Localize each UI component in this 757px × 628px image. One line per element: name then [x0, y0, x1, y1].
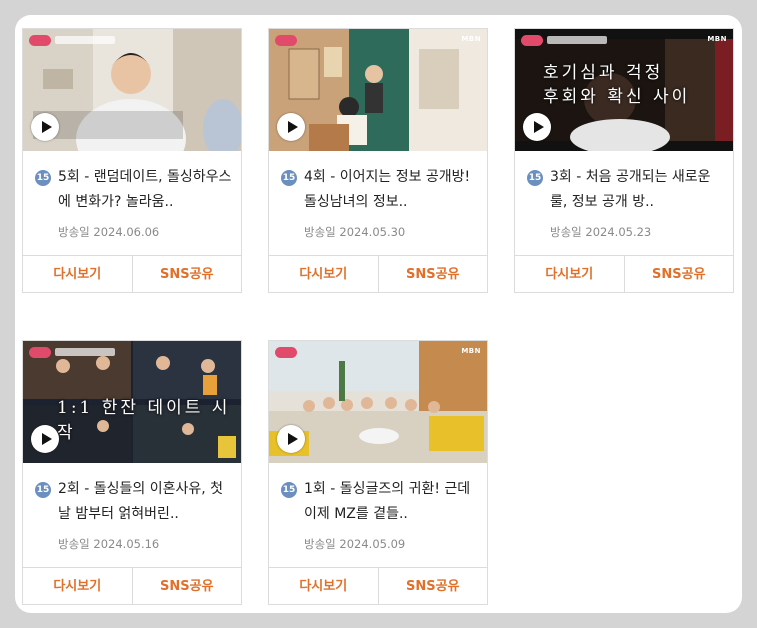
episode-actions: 다시보기 SNS공유 — [269, 567, 487, 605]
sns-share-button[interactable]: SNS공유 — [377, 256, 488, 293]
channel-logo: MBN — [461, 35, 481, 43]
episode-thumbnail[interactable]: 1:1 한잔 데이트 시작 — [23, 341, 241, 463]
play-icon[interactable] — [277, 113, 305, 141]
replay-button[interactable]: 다시보기 — [515, 256, 624, 293]
show-logo — [275, 35, 297, 46]
episode-thumbnail[interactable]: MBN — [269, 341, 487, 463]
episode-tag — [547, 36, 607, 44]
episode-title[interactable]: 5회 - 랜덤데이트, 돌싱하우스에 변화가? 놀라움.. — [58, 165, 233, 215]
broadcast-date: 방송일 2024.05.09 — [304, 537, 406, 551]
sns-share-button[interactable]: SNS공유 — [131, 256, 242, 293]
episode-thumbnail[interactable] — [23, 29, 241, 151]
episode-grid-panel: 15 5회 - 랜덤데이트, 돌싱하우스에 변화가? 놀라움.. 방송일 202… — [15, 15, 742, 613]
show-logo — [29, 347, 51, 358]
show-logo — [521, 35, 543, 46]
broadcast-date: 방송일 2024.05.16 — [58, 537, 160, 551]
show-logo — [275, 347, 297, 358]
episode-actions: 다시보기 SNS공유 — [23, 255, 241, 293]
age-rating-badge: 15 — [281, 170, 297, 186]
channel-logo: MBN — [707, 35, 727, 43]
episode-actions: 다시보기 SNS공유 — [515, 255, 733, 293]
episode-title[interactable]: 2회 - 돌싱들의 이혼사유, 첫날 밤부터 얽혀버린.. — [58, 477, 233, 527]
episode-tag — [55, 348, 115, 356]
episode-card: 1:1 한잔 데이트 시작 15 2회 - 돌싱들의 이혼사유, 첫날 밤부터 … — [22, 340, 242, 605]
episode-info[interactable]: 15 4회 - 이어지는 정보 공개방! 돌싱남녀의 정보.. 방송일 2024… — [269, 151, 487, 255]
replay-button[interactable]: 다시보기 — [269, 256, 378, 293]
broadcast-date: 방송일 2024.05.23 — [550, 225, 652, 239]
age-rating-badge: 15 — [35, 170, 51, 186]
episode-actions: 다시보기 SNS공유 — [23, 567, 241, 605]
sns-share-button[interactable]: SNS공유 — [377, 568, 488, 605]
play-icon[interactable] — [31, 113, 59, 141]
play-icon[interactable] — [31, 425, 59, 453]
channel-logo: MBN — [461, 347, 481, 355]
episode-title[interactable]: 1회 - 돌싱글즈의 귀환! 근데 이제 MZ를 곁들.. — [304, 477, 479, 527]
age-rating-badge: 15 — [527, 170, 543, 186]
episode-tag — [55, 36, 115, 44]
episode-info[interactable]: 15 3회 - 처음 공개되는 새로운 룰, 정보 공개 방.. 방송일 202… — [515, 151, 733, 255]
sns-share-button[interactable]: SNS공유 — [623, 256, 734, 293]
thumbnail-caption: 1:1 한잔 데이트 시작 — [57, 398, 231, 443]
episode-thumbnail[interactable]: MBN — [269, 29, 487, 151]
episode-actions: 다시보기 SNS공유 — [269, 255, 487, 293]
episode-info[interactable]: 15 1회 - 돌싱글즈의 귀환! 근데 이제 MZ를 곁들.. 방송일 202… — [269, 463, 487, 567]
episode-card: MBN 호기심과 걱정 후회와 확신 사이 15 3회 - 처음 공개되는 새로… — [514, 28, 734, 293]
broadcast-date: 방송일 2024.05.30 — [304, 225, 406, 239]
episode-info[interactable]: 15 2회 - 돌싱들의 이혼사유, 첫날 밤부터 얽혀버린.. 방송일 202… — [23, 463, 241, 567]
age-rating-badge: 15 — [281, 482, 297, 498]
episode-info[interactable]: 15 5회 - 랜덤데이트, 돌싱하우스에 변화가? 놀라움.. 방송일 202… — [23, 151, 241, 255]
replay-button[interactable]: 다시보기 — [23, 256, 132, 293]
episode-card: MBN 15 1회 - 돌싱글즈의 귀환! 근데 이제 MZ를 곁들.. 방송일… — [268, 340, 488, 605]
episode-title[interactable]: 4회 - 이어지는 정보 공개방! 돌싱남녀의 정보.. — [304, 165, 479, 215]
replay-button[interactable]: 다시보기 — [23, 568, 132, 605]
show-logo — [29, 35, 51, 46]
sns-share-button[interactable]: SNS공유 — [131, 568, 242, 605]
episode-title[interactable]: 3회 - 처음 공개되는 새로운 룰, 정보 공개 방.. — [550, 165, 725, 215]
episode-card: MBN 15 4회 - 이어지는 정보 공개방! 돌싱남녀의 정보.. 방송일 … — [268, 28, 488, 293]
play-icon[interactable] — [277, 425, 305, 453]
broadcast-date: 방송일 2024.06.06 — [58, 225, 160, 239]
episode-thumbnail[interactable]: MBN 호기심과 걱정 후회와 확신 사이 — [515, 29, 733, 151]
age-rating-badge: 15 — [35, 482, 51, 498]
replay-button[interactable]: 다시보기 — [269, 568, 378, 605]
play-icon[interactable] — [523, 113, 551, 141]
thumbnail-caption: 호기심과 걱정 후회와 확신 사이 — [543, 63, 691, 107]
episode-card: 15 5회 - 랜덤데이트, 돌싱하우스에 변화가? 놀라움.. 방송일 202… — [22, 28, 242, 293]
